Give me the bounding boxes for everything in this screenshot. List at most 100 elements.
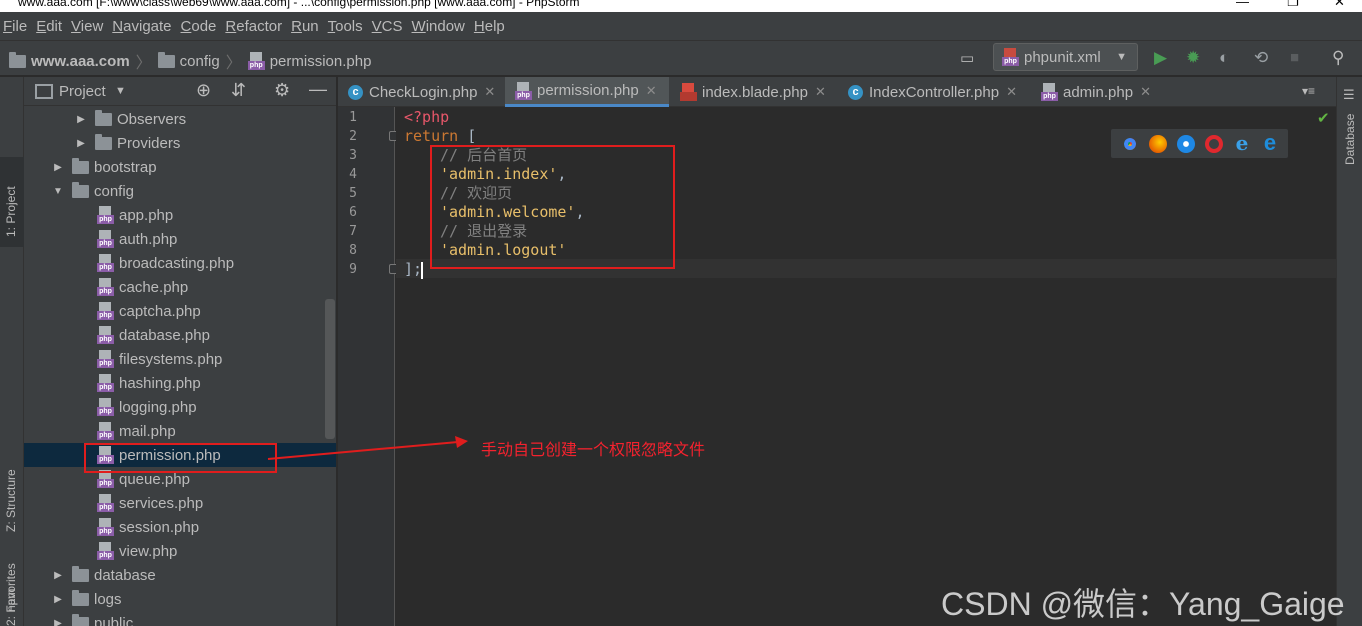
close-tab-icon[interactable]: ✕ [646, 83, 657, 99]
tree-item-label: services.php [119, 494, 204, 512]
tab-project-tool[interactable]: 1: Project [0, 157, 24, 247]
tree-item-label: logging.php [119, 398, 197, 416]
menu-refactor[interactable]: Refactor [225, 18, 289, 35]
tab-database-tool[interactable]: Database [1339, 107, 1362, 167]
collapse-arrow-icon[interactable]: ▶ [51, 618, 65, 626]
tree-file[interactable]: php auth.php [24, 227, 336, 251]
tree-file[interactable]: php logging.php [24, 395, 336, 419]
tab-label: index.blade.php [702, 83, 808, 101]
project-panel-title[interactable]: Project [59, 83, 106, 100]
close-tab-icon[interactable]: ✕ [1006, 84, 1017, 100]
run-config-select[interactable]: php phpunit.xml ▼ [993, 43, 1138, 71]
tree-file[interactable]: php session.php [24, 515, 336, 539]
tree-file[interactable]: php hashing.php [24, 371, 336, 395]
tab-checklogin[interactable]: c CheckLogin.php ✕ [338, 77, 505, 107]
code-highlight-box [430, 145, 675, 269]
stop-icon[interactable]: ■ [1290, 48, 1299, 68]
tree-item-label: Providers [117, 134, 181, 152]
expand-arrow-icon[interactable]: ▼ [51, 186, 65, 197]
collapse-arrow-icon[interactable]: ▶ [51, 570, 65, 581]
menu-code[interactable]: Code [181, 18, 224, 35]
tree-folder[interactable]: ▶ Providers [24, 131, 336, 155]
breadcrumb-file[interactable]: permission.php [270, 53, 372, 70]
collapse-arrow-icon[interactable]: ▶ [51, 594, 65, 605]
tree-file[interactable]: php mail.php [24, 419, 336, 443]
tree-item-label: queue.php [119, 470, 190, 488]
tab-admin[interactable]: php admin.php ✕ [1031, 77, 1161, 107]
opera-icon[interactable] [1205, 135, 1223, 153]
run-icon[interactable]: ▶ [1154, 48, 1167, 68]
menu-navigate[interactable]: Navigate [112, 18, 178, 35]
maximize-icon[interactable]: ❐ [1287, 0, 1299, 10]
menu-tools[interactable]: Tools [328, 18, 370, 35]
tree-folder[interactable]: ▶ database [24, 563, 336, 587]
tree-file[interactable]: php services.php [24, 491, 336, 515]
collapse-arrow-icon[interactable]: ▶ [74, 114, 88, 125]
tree-file[interactable]: php broadcasting.php [24, 251, 336, 275]
collapse-all-icon[interactable]: ⇵ [231, 80, 246, 101]
firefox-icon[interactable] [1149, 135, 1167, 153]
menu-edit[interactable]: Edit [36, 18, 69, 35]
breadcrumb-folder[interactable]: config [180, 53, 220, 70]
tree-folder[interactable]: ▶ logs [24, 587, 336, 611]
safari-icon[interactable] [1177, 135, 1195, 153]
tab-favorites-tool[interactable]: 2: Favorites [0, 557, 24, 626]
collapse-arrow-icon[interactable]: ▶ [74, 138, 88, 149]
coverage-icon[interactable]: ◐ [1219, 48, 1229, 68]
hide-icon[interactable]: — [309, 79, 327, 100]
menu-view[interactable]: View [71, 18, 110, 35]
php-file-icon: php [97, 254, 114, 272]
profile-icon[interactable]: ⟲ [1254, 48, 1268, 68]
close-tab-icon[interactable]: ✕ [484, 84, 495, 100]
tab-label: admin.php [1063, 83, 1134, 101]
debug-icon[interactable]: ✹ [1186, 48, 1200, 68]
menu-vcs[interactable]: VCS [372, 18, 410, 35]
chevron-down-icon[interactable]: ▼ [115, 85, 126, 97]
tab-label: permission.php [537, 82, 639, 99]
tree-file[interactable]: php app.php [24, 203, 336, 227]
php-file-icon: php [97, 350, 114, 368]
close-icon[interactable]: ✕ [1334, 0, 1345, 10]
tree-item-label: public [94, 614, 134, 626]
tree-file[interactable]: php database.php [24, 323, 336, 347]
folder-icon [95, 133, 112, 150]
minimize-icon[interactable]: — [1236, 0, 1249, 9]
tree-folder[interactable]: ▶ bootstrap [24, 155, 336, 179]
tree-folder[interactable]: ▼ config [24, 179, 336, 203]
chevron-right-icon: 〉 [135, 55, 152, 72]
collapse-arrow-icon[interactable]: ▶ [51, 162, 65, 173]
gear-icon[interactable]: ⚙ [274, 80, 290, 101]
chevron-right-icon: 〉 [225, 55, 242, 72]
breadcrumb-project[interactable]: www.aaa.com [31, 53, 130, 70]
tab-permission[interactable]: php permission.php ✕ [505, 77, 669, 107]
close-tab-icon[interactable]: ✕ [815, 84, 826, 100]
ie-icon[interactable]: e [1233, 133, 1251, 153]
tree-item-label: cache.php [119, 278, 189, 296]
breadcrumb: www.aaa.com 〉 config 〉 php permission.ph… [9, 49, 371, 73]
tree-item-label: captcha.php [119, 302, 201, 320]
tree-folder[interactable]: ▶ public [24, 611, 336, 626]
edge-icon[interactable]: e [1261, 132, 1279, 154]
search-icon[interactable]: ⚲ [1332, 48, 1344, 68]
menu-run[interactable]: Run [291, 18, 326, 35]
database-tool-label: Database [1343, 113, 1357, 165]
tree-folder[interactable]: ▶ Observers [24, 107, 336, 131]
menu-window[interactable]: Window [412, 18, 472, 35]
tree-file[interactable]: php view.php [24, 539, 336, 563]
tree-file[interactable]: php captcha.php [24, 299, 336, 323]
tree-file[interactable]: php filesystems.php [24, 347, 336, 371]
tab-indexcontroller[interactable]: c IndexController.php ✕ [838, 77, 1030, 107]
menu-help[interactable]: Help [474, 18, 512, 35]
tab-list-icon[interactable]: ▾≡ [1302, 84, 1315, 98]
chrome-icon[interactable] [1121, 135, 1139, 153]
close-tab-icon[interactable]: ✕ [1140, 84, 1151, 100]
locate-icon[interactable]: ⊕ [196, 80, 211, 101]
layout-icon[interactable]: ▭ [960, 49, 974, 69]
tree-file[interactable]: php cache.php [24, 275, 336, 299]
tab-index-blade[interactable]: index.blade.php ✕ [670, 77, 835, 107]
tree-scrollbar[interactable] [325, 299, 335, 439]
tab-npm-tool[interactable]: npm [0, 477, 24, 612]
tree-item-label: database.php [119, 326, 210, 344]
menu-file[interactable]: File [3, 18, 34, 35]
tree-item-label: app.php [119, 206, 174, 224]
